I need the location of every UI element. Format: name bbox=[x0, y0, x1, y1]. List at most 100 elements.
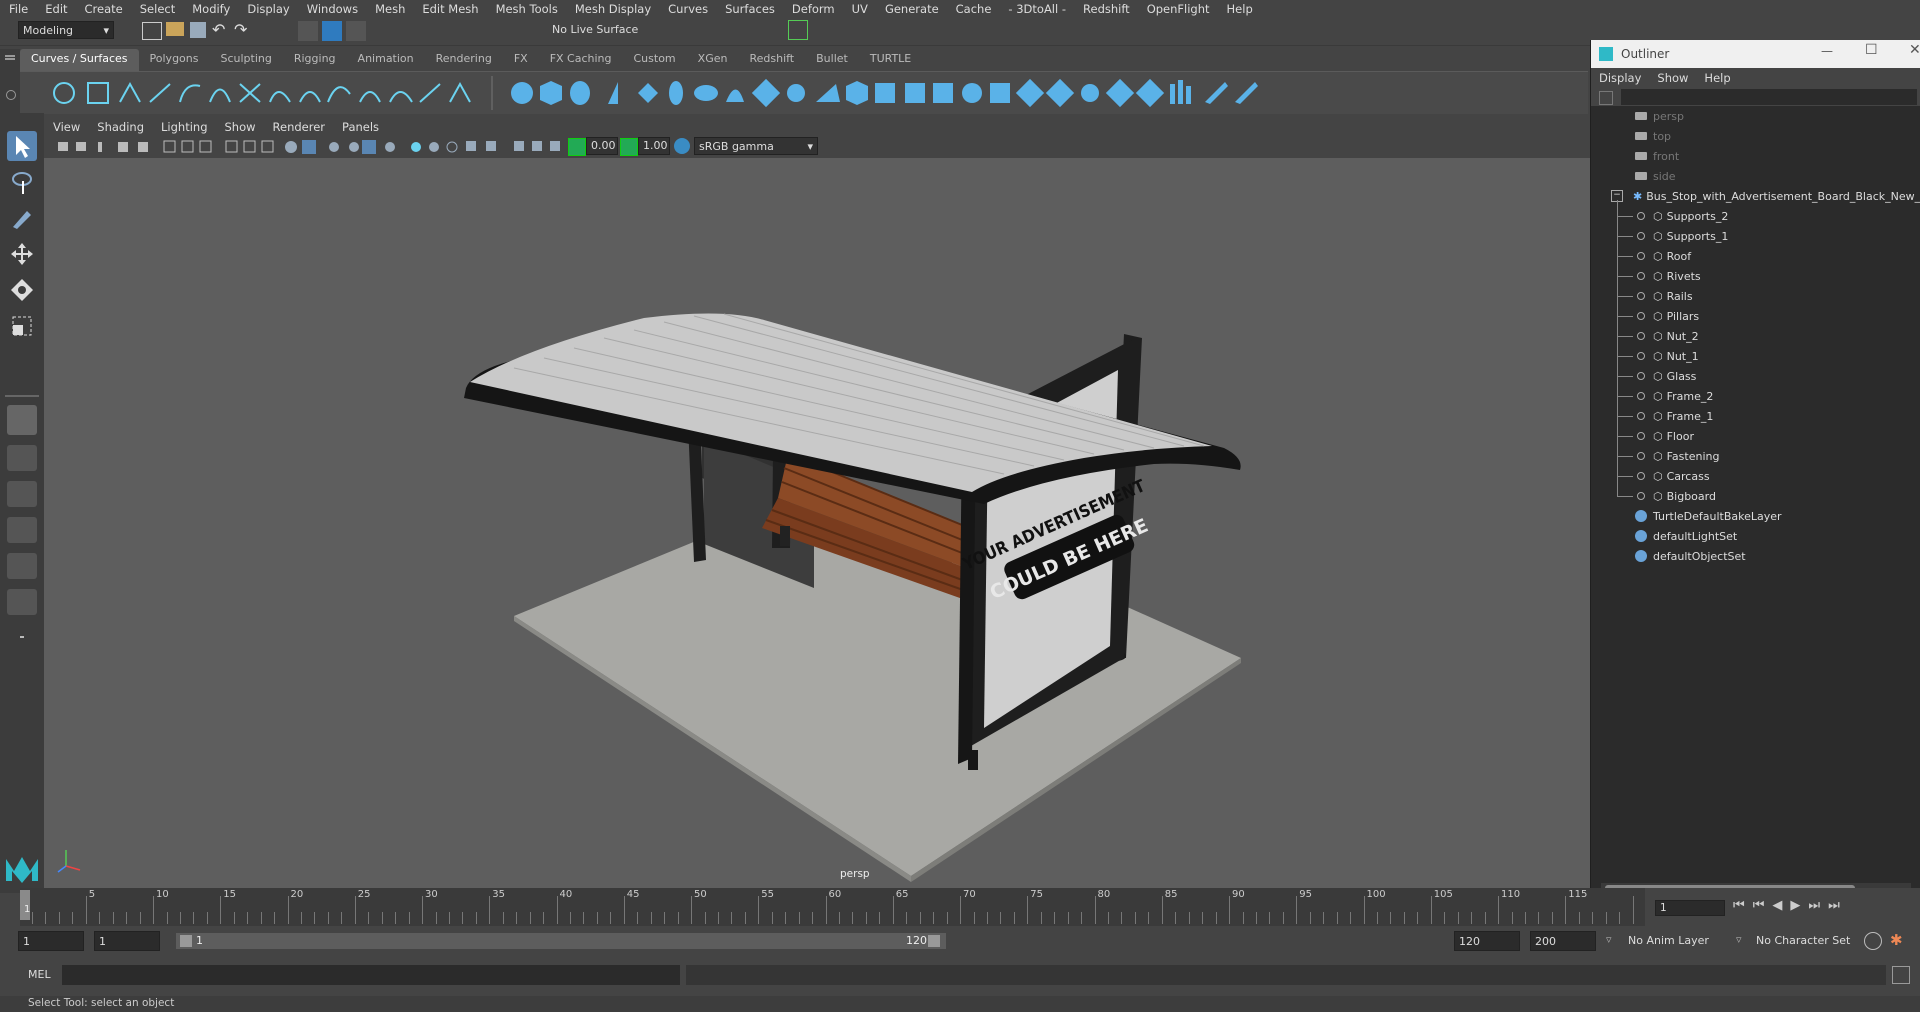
rotate-tool-icon[interactable] bbox=[7, 275, 37, 305]
save-scene-icon[interactable] bbox=[190, 22, 206, 38]
playback-buttons[interactable]: ⏮⏮◀▶⏭⏭ bbox=[1733, 898, 1848, 913]
outliner-item-mesh[interactable]: ⬡ Supports_2 bbox=[1617, 206, 1728, 226]
time-slider[interactable]: 5 10 15 20 25 30 35 40 45 50 55 60 65 70 75 80 85 90 95 100… bbox=[20, 888, 1645, 926]
outliner-item-mesh[interactable]: ⬡ Rails bbox=[1617, 286, 1693, 306]
menu-openflight[interactable]: OpenFlight bbox=[1138, 2, 1218, 16]
panel-menu-lighting[interactable]: Lighting bbox=[152, 120, 215, 134]
exposure-field[interactable]: 0.00 bbox=[586, 137, 618, 155]
playback-end-field[interactable]: 120 bbox=[1454, 931, 1520, 951]
expand-dot-icon[interactable] bbox=[1637, 492, 1645, 500]
range-slider[interactable]: 1 120 bbox=[176, 933, 946, 949]
layout-single-icon[interactable] bbox=[7, 405, 37, 435]
menu-surfaces[interactable]: Surfaces bbox=[716, 2, 783, 16]
outliner-item-mesh[interactable]: ⬡ Frame_1 bbox=[1617, 406, 1713, 426]
expand-dot-icon[interactable] bbox=[1637, 272, 1645, 280]
outliner-item-camera[interactable]: side bbox=[1635, 166, 1676, 186]
expand-dot-icon[interactable] bbox=[1637, 252, 1645, 260]
outliner-item-mesh[interactable]: ⬡ Rivets bbox=[1617, 266, 1701, 286]
maximize-icon[interactable]: ☐ bbox=[1865, 42, 1878, 58]
shelf-tab-sculpting[interactable]: Sculpting bbox=[209, 49, 282, 71]
menu-help[interactable]: Help bbox=[1218, 2, 1261, 16]
panel-menu-panels[interactable]: Panels bbox=[333, 120, 387, 134]
render-icons[interactable] bbox=[698, 22, 798, 38]
expand-dot-icon[interactable] bbox=[1637, 332, 1645, 340]
select-hierarchy-icon[interactable] bbox=[298, 21, 318, 41]
outliner-item-mesh[interactable]: ⬡ Nut_2 bbox=[1617, 326, 1699, 346]
redo-icon[interactable]: ↷ bbox=[234, 20, 247, 39]
expand-dot-icon[interactable] bbox=[1637, 392, 1645, 400]
menu-select[interactable]: Select bbox=[131, 2, 183, 16]
menu-mesh[interactable]: Mesh bbox=[366, 2, 413, 16]
live-surface-field[interactable]: No Live Surface bbox=[548, 21, 648, 39]
outliner-menu-display[interactable]: Display bbox=[1591, 71, 1649, 85]
start-time-field[interactable]: 1 bbox=[18, 931, 84, 951]
anim-layer-arrow-icon[interactable]: ▿ bbox=[1606, 933, 1612, 946]
outliner-item-mesh[interactable]: ⬡ Glass bbox=[1617, 366, 1696, 386]
menu-display[interactable]: Display bbox=[238, 2, 297, 16]
expand-dot-icon[interactable] bbox=[1637, 412, 1645, 420]
shelf-tab-xgen[interactable]: XGen bbox=[687, 49, 739, 71]
shelf-tab-animation[interactable]: Animation bbox=[347, 49, 425, 71]
menu-redshift[interactable]: Redshift bbox=[1074, 2, 1138, 16]
shelf-tab-turtle[interactable]: TURTLE bbox=[859, 49, 922, 71]
expand-dot-icon[interactable] bbox=[1637, 472, 1645, 480]
shelf-tab-bullet[interactable]: Bullet bbox=[805, 49, 859, 71]
shelf-tab-rendering[interactable]: Rendering bbox=[425, 49, 503, 71]
auto-key-icon[interactable] bbox=[1864, 932, 1882, 950]
outliner-item-mesh[interactable]: ⬡ Fastening bbox=[1617, 446, 1719, 466]
outliner-item-mesh[interactable]: ⬡ Roof bbox=[1617, 246, 1691, 266]
character-set-dropdown[interactable]: No Character Set bbox=[1756, 931, 1860, 951]
exposure-icon[interactable] bbox=[568, 138, 586, 156]
menu-curves[interactable]: Curves bbox=[659, 2, 716, 16]
panel-menu-show[interactable]: Show bbox=[216, 120, 264, 134]
panel-menu-view[interactable]: View bbox=[44, 120, 88, 134]
expand-dot-icon[interactable] bbox=[1637, 312, 1645, 320]
playback-start-field[interactable]: 1 bbox=[94, 931, 160, 951]
layout-outliner-icon[interactable] bbox=[7, 517, 37, 543]
outliner-item-mesh[interactable]: ⬡ Nut_1 bbox=[1617, 346, 1699, 366]
outliner-item-mesh[interactable]: ⬡ Bigboard bbox=[1617, 486, 1716, 506]
outliner-search-icon[interactable] bbox=[1599, 91, 1613, 105]
shelf-tab-curves-surfaces[interactable]: Curves / Surfaces bbox=[20, 49, 139, 71]
anim-prefs-icon[interactable]: ✱ bbox=[1890, 931, 1908, 949]
lasso-tool-icon[interactable] bbox=[7, 167, 37, 197]
anim-layer-dropdown[interactable]: No Anim Layer bbox=[1628, 931, 1736, 951]
outliner-item-mesh[interactable]: ⬡ Supports_1 bbox=[1617, 226, 1728, 246]
range-start-handle[interactable] bbox=[180, 935, 192, 947]
shelf-tab-fx-caching[interactable]: FX Caching bbox=[539, 49, 623, 71]
menu-mesh-tools[interactable]: Mesh Tools bbox=[487, 2, 566, 16]
layout-two-icon[interactable] bbox=[7, 481, 37, 507]
viewport[interactable]: YOUR ADVERTISEMENT COULD BE HERE persp bbox=[44, 158, 1590, 888]
char-set-arrow-icon[interactable]: ▿ bbox=[1736, 933, 1742, 946]
undo-icon[interactable]: ↶ bbox=[212, 20, 225, 39]
shelf-tab-polygons[interactable]: Polygons bbox=[139, 49, 210, 71]
outliner-menu-show[interactable]: Show bbox=[1649, 71, 1696, 85]
menu-uv[interactable]: UV bbox=[843, 2, 876, 16]
expand-dot-icon[interactable] bbox=[1637, 432, 1645, 440]
move-tool-icon[interactable] bbox=[7, 239, 37, 269]
shelf-tool-icons[interactable] bbox=[20, 72, 1588, 114]
layout-graph-icon[interactable] bbox=[7, 553, 37, 579]
menu-3dtoall[interactable]: - 3DtoAll - bbox=[999, 2, 1074, 16]
open-scene-icon[interactable] bbox=[166, 22, 184, 36]
shelf-tab-custom[interactable]: Custom bbox=[623, 49, 687, 71]
outliner-menu-help[interactable]: Help bbox=[1696, 71, 1738, 85]
menu-cache[interactable]: Cache bbox=[947, 2, 1000, 16]
menu-edit-mesh[interactable]: Edit Mesh bbox=[413, 2, 486, 16]
layout-four-icon[interactable] bbox=[7, 445, 37, 471]
select-tool-icon[interactable] bbox=[7, 131, 37, 161]
outliner-item-mesh[interactable]: ⬡ Pillars bbox=[1617, 306, 1699, 326]
new-scene-icon[interactable] bbox=[142, 22, 162, 40]
menu-mesh-display[interactable]: Mesh Display bbox=[566, 2, 659, 16]
expand-dot-icon[interactable] bbox=[1637, 352, 1645, 360]
range-end-handle[interactable] bbox=[928, 935, 940, 947]
color-management-icon[interactable] bbox=[674, 138, 690, 154]
panel-menu-shading[interactable]: Shading bbox=[88, 120, 152, 134]
menu-edit[interactable]: Edit bbox=[36, 2, 75, 16]
shelf-options[interactable] bbox=[0, 49, 20, 113]
outliner-item-camera[interactable]: persp bbox=[1635, 106, 1684, 126]
minimize-icon[interactable]: — bbox=[1821, 44, 1833, 58]
scale-tool-icon[interactable] bbox=[7, 311, 37, 341]
select-object-icon[interactable] bbox=[322, 21, 342, 41]
menu-create[interactable]: Create bbox=[76, 2, 131, 16]
